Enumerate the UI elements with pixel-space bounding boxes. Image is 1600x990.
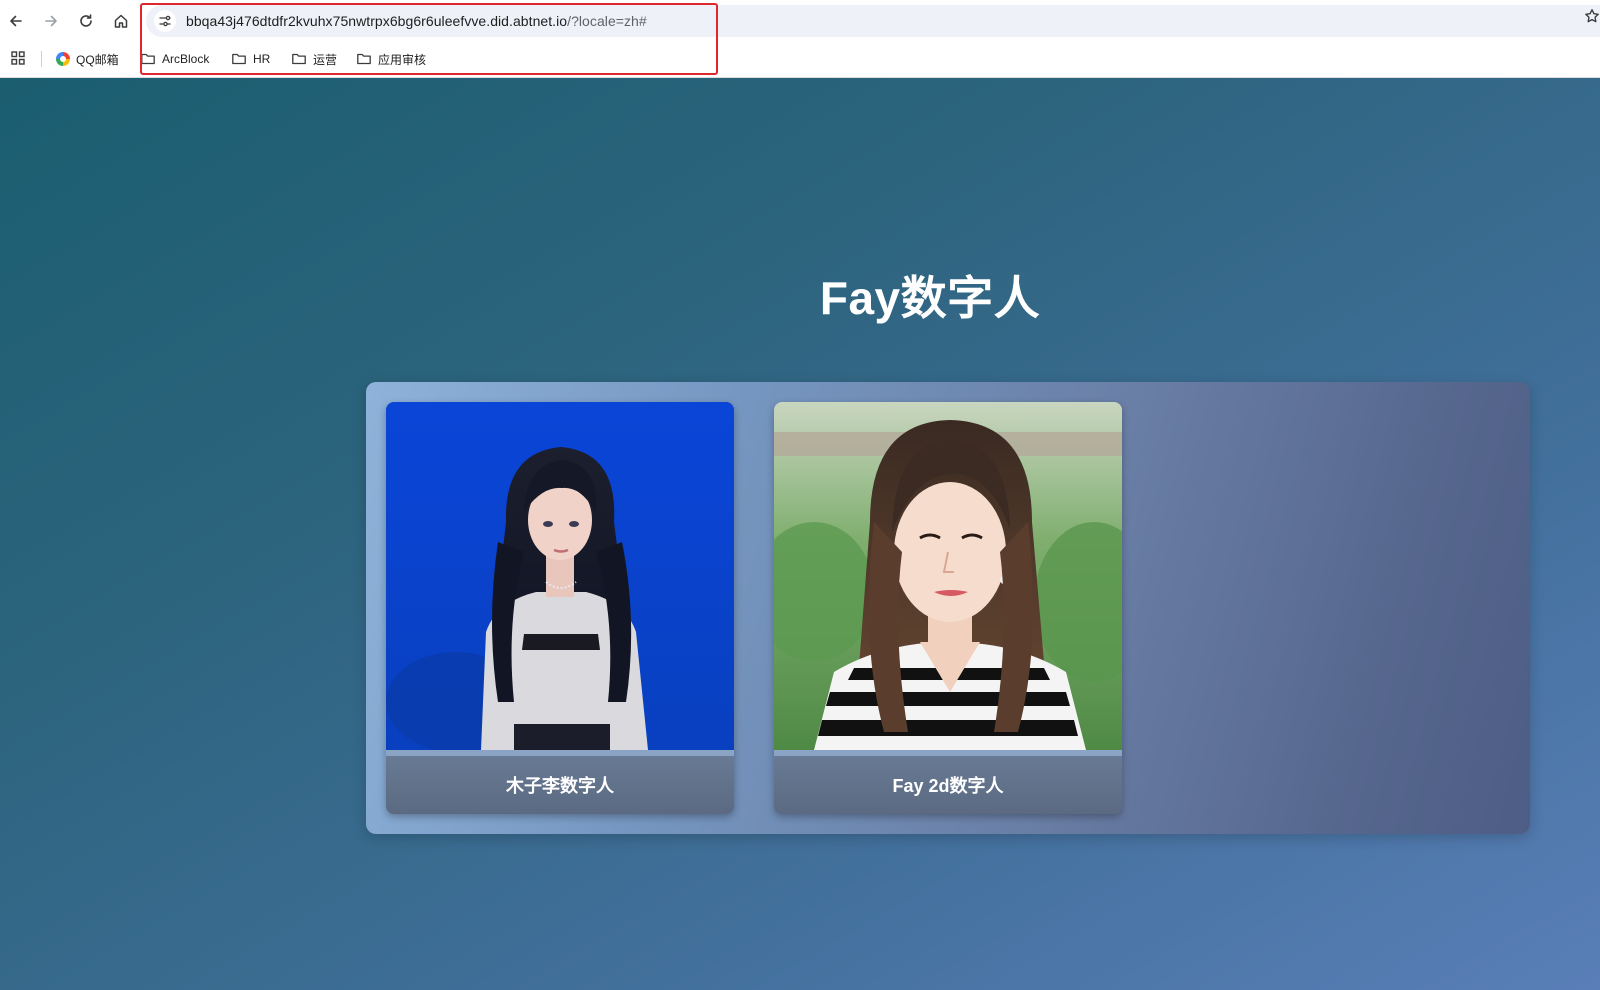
bookmark-label: ArcBlock xyxy=(162,52,210,66)
avatar-card-muzili[interactable]: 木子李数字人 xyxy=(386,402,734,814)
bookmark-folder-hr[interactable]: HR xyxy=(231,49,270,69)
cards-panel: 木子李数字人 Fay 2d数字人 xyxy=(366,382,1530,834)
avatar-image-2d xyxy=(774,402,1122,750)
grid-icon[interactable] xyxy=(10,50,26,66)
reload-icon xyxy=(80,14,92,27)
folder-icon xyxy=(141,53,155,65)
page-title: Fay数字人 xyxy=(819,272,1041,324)
tune-icon xyxy=(159,15,171,27)
bookmark-label: 应用审核 xyxy=(378,52,427,67)
bookmark-folder-operations[interactable]: 运营 xyxy=(291,49,337,69)
bookmark-folder-app-review[interactable]: 应用审核 xyxy=(356,49,426,69)
folder-icon xyxy=(357,53,371,65)
browser-toolbar: bbqa43j476dtdfr2kvuhx75nwtrpx6bg6r6uleef… xyxy=(0,0,1600,40)
url-host: bbqa43j476dtdfr2kvuhx75nwtrpx6bg6r6uleef… xyxy=(186,13,568,29)
arrow-right-icon xyxy=(45,15,57,27)
bookmark-label: HR xyxy=(253,52,271,66)
qq-mail-logo-icon xyxy=(56,52,70,66)
url-path: /?locale=zh# xyxy=(567,13,647,29)
home-button[interactable] xyxy=(107,7,135,35)
card-title: Fay 2d数字人 xyxy=(774,756,1122,814)
avatar-image-3d xyxy=(386,402,734,750)
bookmark-label: QQ邮箱 xyxy=(76,52,119,67)
bookmark-folder-arcblock[interactable]: ArcBlock xyxy=(140,49,209,69)
card-title: 木子李数字人 xyxy=(386,756,734,814)
bookmark-qqmail[interactable]: QQ邮箱 xyxy=(56,49,119,69)
site-info-button[interactable] xyxy=(154,10,176,32)
star-icon[interactable] xyxy=(1584,8,1600,24)
url-text[interactable]: bbqa43j476dtdfr2kvuhx75nwtrpx6bg6r6uleef… xyxy=(186,13,647,29)
bookmarks-bar: QQ邮箱 ArcBlock HR 运营 应用审核 xyxy=(0,40,1600,78)
folder-icon xyxy=(232,53,246,65)
bookmark-separator xyxy=(41,51,42,67)
page-background: Fay数字人 木子李数字人 Fay 2d数字人 xyxy=(0,78,1600,990)
back-button[interactable] xyxy=(2,7,30,35)
address-bar[interactable]: bbqa43j476dtdfr2kvuhx75nwtrpx6bg6r6uleef… xyxy=(146,5,1600,37)
reload-button[interactable] xyxy=(72,7,100,35)
avatar-3d-illustration xyxy=(386,402,734,750)
bookmark-label: 运营 xyxy=(313,52,338,67)
folder-icon xyxy=(292,53,306,65)
arrow-left-icon xyxy=(10,15,22,27)
avatar-card-fay-2d[interactable]: Fay 2d数字人 xyxy=(774,402,1122,814)
forward-button[interactable] xyxy=(37,7,65,35)
avatar-photo-illustration xyxy=(774,402,1122,750)
home-icon xyxy=(114,14,128,28)
